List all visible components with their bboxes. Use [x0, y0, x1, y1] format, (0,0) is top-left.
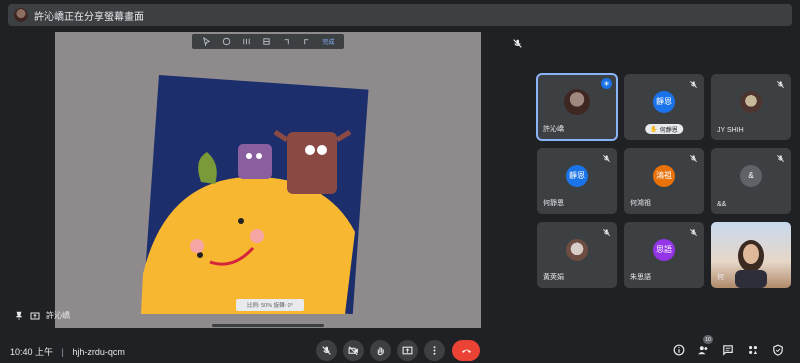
participant-tile[interactable]: & && — [711, 148, 791, 214]
present-now-button[interactable] — [397, 340, 418, 361]
camera-off-icon — [348, 346, 358, 356]
clock-time: 10:40 上午 — [10, 347, 54, 357]
present-screen-icon — [402, 346, 413, 355]
shared-screen — [55, 32, 481, 328]
participant-tile[interactable]: 靜恩 ✋ 何靜恩 — [624, 74, 704, 140]
rotate-right-icon[interactable] — [302, 37, 311, 46]
participant-name: JY SHIH — [717, 127, 744, 134]
info-icon[interactable] — [673, 344, 685, 356]
participant-tile[interactable]: JY SHIH — [711, 74, 791, 140]
participant-photo — [566, 238, 588, 261]
mic-off-icon — [690, 81, 697, 88]
microphone-button[interactable] — [316, 340, 337, 361]
participant-name: && — [717, 201, 727, 208]
participant-name: 許沁嶠 — [543, 126, 564, 133]
meeting-info: 10:40 上午 | hjh-zrdu-qcm — [10, 345, 125, 358]
participant-avatar: 鴻祖 — [653, 164, 675, 187]
select-icon[interactable] — [202, 37, 211, 46]
more-options-button[interactable] — [424, 340, 445, 361]
participants-count-badge: 10 — [703, 335, 713, 344]
participant-tile[interactable]: 許沁嶠 — [536, 73, 618, 141]
participant-photo — [564, 88, 590, 115]
mic-off-icon — [322, 346, 331, 355]
camera-button[interactable] — [343, 340, 364, 361]
participant-tile[interactable]: 靜恩 何靜恩 — [537, 148, 617, 214]
participant-name: 何鴻祖 — [630, 200, 651, 207]
mic-off-icon — [603, 155, 610, 162]
activities-icon[interactable] — [747, 344, 759, 356]
participant-tile[interactable]: 鴻祖 何鴻祖 — [624, 148, 704, 214]
mic-off-icon — [777, 155, 784, 162]
meeting-code: hjh-zrdu-qcm — [72, 347, 125, 357]
participant-avatar: 靜恩 — [653, 90, 675, 113]
participant-avatar: 靜恩 — [566, 164, 588, 187]
layout-icon[interactable] — [262, 37, 271, 46]
participant-avatar: 思語 — [653, 238, 675, 261]
participant-name: 朱思語 — [630, 274, 651, 281]
leave-call-button[interactable] — [452, 340, 480, 361]
participant-tile[interactable]: 思語 朱思語 — [624, 222, 704, 288]
banner-text: 許沁嶠正在分享螢幕畫面 — [34, 11, 144, 23]
mic-off-icon — [777, 81, 784, 88]
speaking-indicator-icon — [601, 78, 612, 89]
align-icon[interactable] — [242, 37, 251, 46]
separator: | — [61, 347, 64, 357]
meet-window: 許沁嶠正在分享螢幕畫面 完成 比例: 50% 旋轉: 0° 許沁嶠 許沁嶠 靜恩… — [0, 0, 800, 363]
raised-hand-name: 何靜恩 — [659, 127, 678, 134]
annotation-toolbar: 完成 — [192, 34, 344, 49]
more-vert-icon — [433, 346, 436, 355]
horizontal-scrollbar[interactable] — [212, 324, 324, 327]
done-button[interactable]: 完成 — [322, 37, 334, 46]
hand-icon — [377, 347, 384, 356]
chat-icon[interactable] — [722, 344, 734, 356]
mic-off-icon — [690, 155, 697, 162]
participant-name: 何 — [717, 274, 724, 281]
zoom-rotation-label: 比例: 50% 旋轉: 0° — [236, 299, 304, 311]
presenter-name: 許沁嶠 — [46, 311, 70, 320]
mic-off-icon — [690, 229, 697, 236]
present-screen-icon — [30, 312, 40, 319]
shared-drawing — [55, 32, 481, 328]
mic-off-icon — [513, 39, 522, 48]
participant-name: 黃莢娟 — [543, 274, 564, 281]
raise-hand-button[interactable] — [370, 340, 391, 361]
presenter-avatar — [14, 8, 28, 22]
people-icon[interactable] — [697, 344, 709, 356]
presenting-banner: 許沁嶠正在分享螢幕畫面 — [8, 4, 792, 26]
hang-up-icon — [461, 349, 471, 353]
host-controls-icon[interactable] — [772, 344, 784, 356]
participant-video-tile[interactable]: 何 — [711, 222, 791, 288]
pin-icon[interactable] — [14, 311, 24, 321]
mic-off-icon — [603, 229, 610, 236]
raised-hand-badge: ✋ 何靜恩 — [645, 124, 683, 134]
rotate-left-icon[interactable] — [282, 37, 291, 46]
palette-icon[interactable] — [222, 37, 231, 46]
participant-avatar: & — [740, 164, 762, 187]
participant-tile[interactable]: 黃莢娟 — [537, 222, 617, 288]
hand-icon: ✋ — [650, 126, 658, 133]
participant-photo — [740, 90, 762, 113]
participant-name: 何靜恩 — [543, 200, 564, 207]
presenter-label: 許沁嶠 — [14, 310, 70, 321]
